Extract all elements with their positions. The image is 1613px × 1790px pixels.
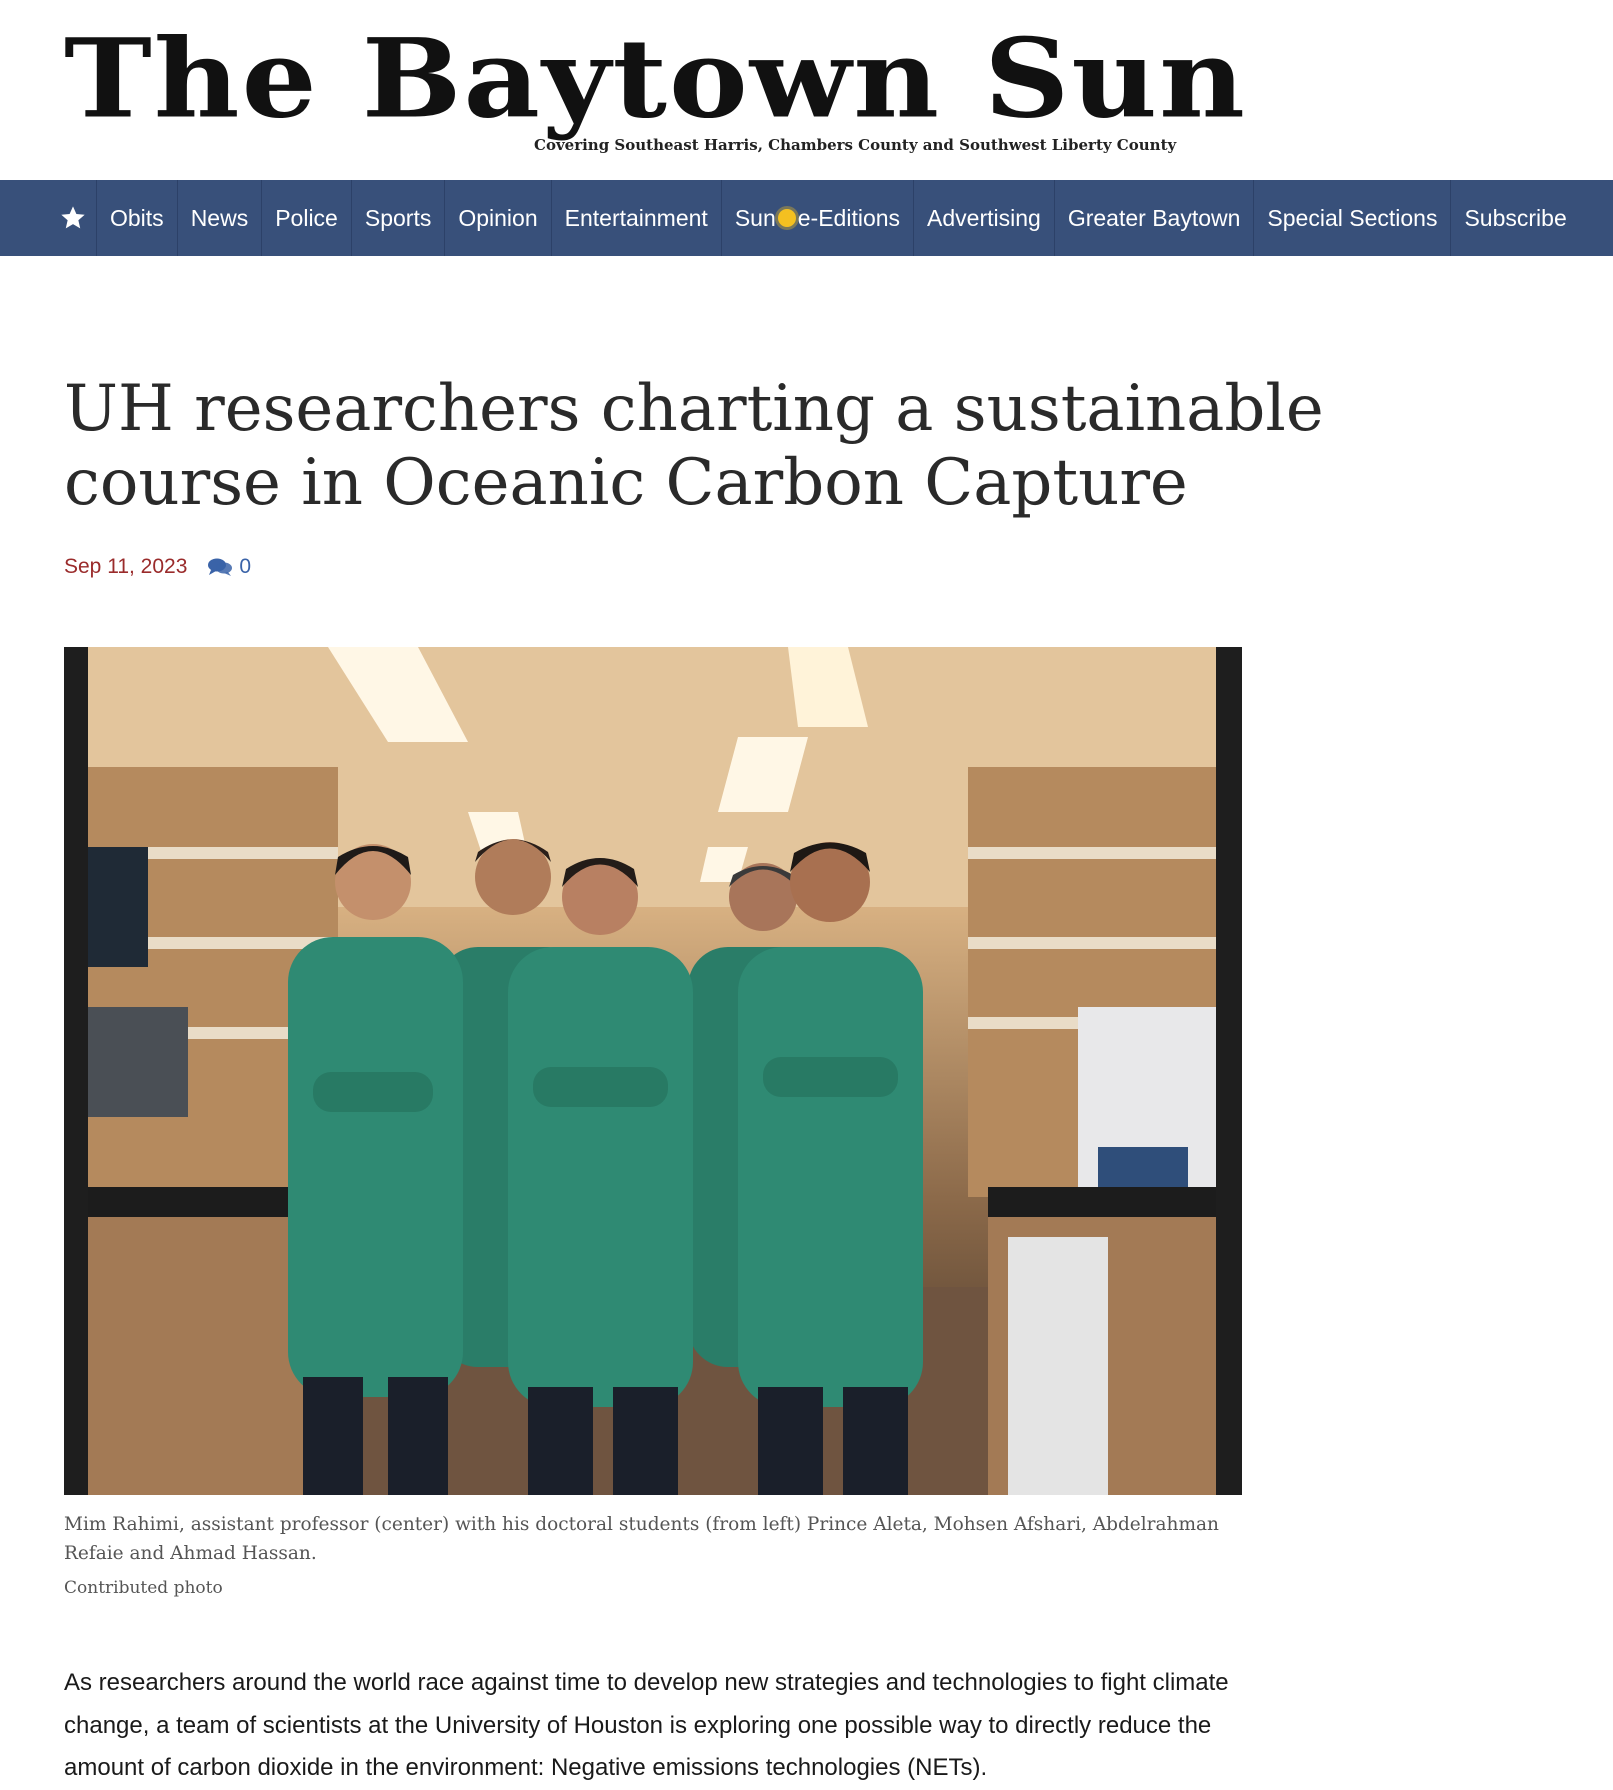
site-logo[interactable]: The Baytown Sun Covering Southeast Harri…: [64, 10, 1245, 160]
home-link[interactable]: [50, 180, 97, 256]
nav-e-editions[interactable]: Sun e-Editions: [722, 180, 915, 256]
lab-photo: [88, 647, 1216, 1495]
article-body-paragraph: As researchers around the world race aga…: [64, 1669, 1229, 1781]
nav-advertising[interactable]: Advertising: [914, 180, 1055, 256]
lab-photo-illustration: [88, 647, 1216, 1495]
masthead: The Baytown Sun Covering Southeast Harri…: [0, 0, 1613, 180]
nav-police[interactable]: Police: [262, 180, 352, 256]
nav-greater-baytown[interactable]: Greater Baytown: [1055, 180, 1255, 256]
nav-sports[interactable]: Sports: [352, 180, 446, 256]
nav-subscribe[interactable]: Subscribe: [1451, 180, 1579, 256]
site-tagline: Covering Southeast Harris, Chambers Coun…: [534, 136, 1177, 154]
comment-count: 0: [239, 555, 252, 578]
nav-e-editions-label: e-Editions: [797, 204, 901, 231]
nav-obits[interactable]: Obits: [97, 180, 178, 256]
article-date: Sep 11, 2023: [64, 555, 188, 578]
nav-entertainment[interactable]: Entertainment: [552, 180, 722, 256]
comments-icon: [208, 558, 233, 576]
photo-caption: Mim Rahimi, assistant professor (center)…: [64, 1514, 1219, 1564]
article-headline: UH researchers charting a sustainable co…: [64, 372, 1324, 520]
article-photo[interactable]: [64, 647, 1242, 1495]
nav-special-sections[interactable]: Special Sections: [1254, 180, 1452, 256]
site-title: The Baytown Sun: [64, 14, 1247, 143]
main-nav: Obits News Police Sports Opinion Enterta…: [0, 180, 1613, 256]
photo-credit: Contributed photo: [64, 1578, 223, 1598]
nav-e-editions-prefix: Sun: [734, 204, 776, 231]
sun-icon: [777, 209, 796, 227]
nav-news[interactable]: News: [178, 180, 263, 256]
article-meta: Sep 11, 2023 0: [64, 555, 251, 579]
comments-link[interactable]: 0: [207, 555, 251, 579]
nav-opinion[interactable]: Opinion: [445, 180, 552, 256]
star-icon: [61, 206, 85, 229]
